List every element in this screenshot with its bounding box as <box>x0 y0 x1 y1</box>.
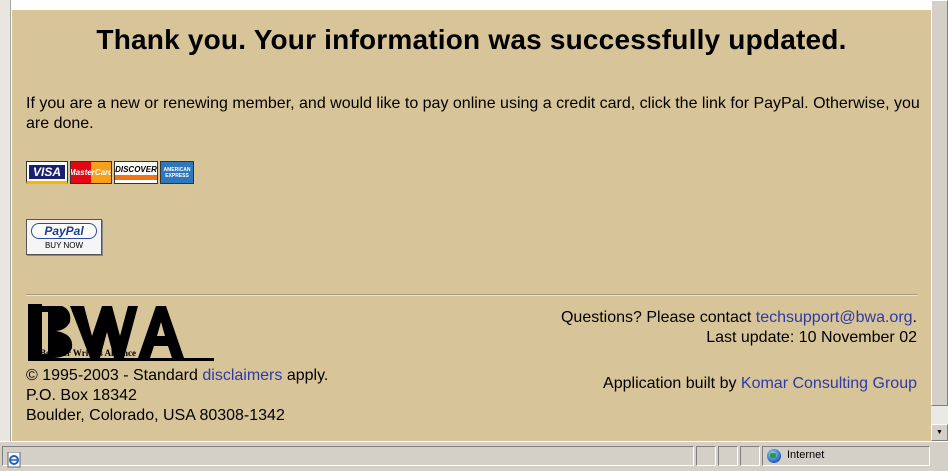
copyright-line: © 1995-2003 - Standard disclaimers apply… <box>26 366 446 386</box>
status-pane-1 <box>696 446 716 466</box>
left-frame-border <box>0 0 11 441</box>
status-pane-2 <box>718 446 738 466</box>
footer-address: © 1995-2003 - Standard disclaimers apply… <box>26 366 446 426</box>
paypal-logo: PayPal <box>31 223 97 239</box>
bwa-logo-name: Boulder Writers Alliance <box>40 348 136 358</box>
buy-now-label: BUY NOW <box>44 241 84 250</box>
footer-contact: Questions? Please contact techsupport@bw… <box>397 308 917 348</box>
amex-card-icon: AMERICAN EXPRESS <box>160 161 194 184</box>
scroll-down-arrow-icon[interactable]: ▼ <box>931 424 948 441</box>
security-zone-pane: Internet <box>762 446 930 466</box>
copyright-text: © 1995-2003 - Standard <box>26 367 203 384</box>
accepted-cards: VISA MasterCard DISCOVER AMERICAN EXPRES… <box>26 161 194 184</box>
intro-paragraph: If you are a new or renewing member, and… <box>26 95 920 132</box>
built-by-line: Application built by Komar Consulting Gr… <box>397 375 917 393</box>
copyright-suffix: apply. <box>282 367 329 384</box>
komar-link[interactable]: Komar Consulting Group <box>741 375 917 392</box>
paypal-buy-now-button[interactable]: PayPal BUY NOW <box>26 219 102 255</box>
status-bar: Internet <box>0 441 948 471</box>
mastercard-card-icon: MasterCard <box>70 161 112 184</box>
globe-icon <box>767 449 781 463</box>
po-box: P.O. Box 18342 <box>26 387 137 404</box>
bwa-logo: Boulder Writers Alliance <box>26 302 216 364</box>
scrollbar-thumb[interactable] <box>931 0 948 406</box>
page-title: Thank you. Your information was successf… <box>96 24 847 55</box>
status-text-pane <box>2 446 694 468</box>
built-by-text: Application built by <box>603 375 741 392</box>
discover-card-icon: DISCOVER <box>114 161 158 184</box>
browser-viewport: Thank you. Your information was successf… <box>0 0 931 441</box>
footer-divider <box>26 294 917 296</box>
questions-text: Questions? Please contact <box>560 309 756 326</box>
questions-suffix: . <box>912 309 917 326</box>
city-address: Boulder, Colorado, USA 80308-1342 <box>26 407 285 424</box>
page-content: Thank you. Your information was successf… <box>12 10 931 441</box>
disclaimers-link[interactable]: disclaimers <box>202 367 282 384</box>
security-zone-label: Internet <box>787 449 825 461</box>
ie-page-icon <box>7 452 21 468</box>
visa-card-icon: VISA <box>26 161 68 184</box>
last-update: Last update: 10 November 02 <box>706 329 917 346</box>
status-pane-3 <box>740 446 760 466</box>
vertical-scrollbar[interactable]: ▼ <box>931 0 948 441</box>
support-email-link[interactable]: techsupport@bwa.org <box>756 309 913 326</box>
questions-line: Questions? Please contact techsupport@bw… <box>397 308 917 328</box>
